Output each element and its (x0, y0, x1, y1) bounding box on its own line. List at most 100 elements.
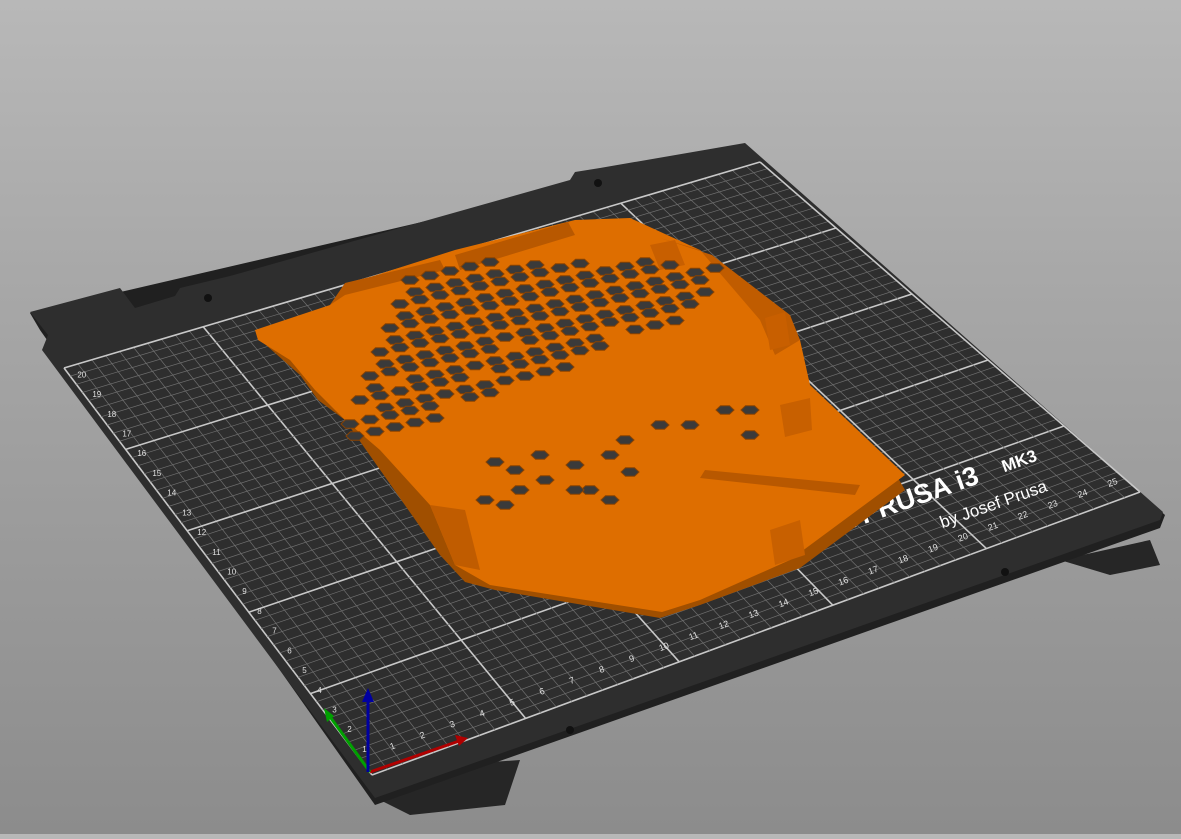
vent-hole (530, 354, 550, 365)
vent-hole (520, 291, 540, 302)
vent-hole (600, 273, 620, 284)
vent-hole (600, 495, 620, 505)
y-axis-number: 9 (242, 587, 247, 596)
vent-hole (365, 426, 385, 437)
vent-hole (470, 324, 490, 335)
vent-hole (390, 386, 410, 396)
vent-hole (400, 275, 420, 285)
vent-hole (410, 338, 430, 348)
vent-hole (380, 323, 400, 333)
vent-hole (660, 303, 680, 314)
vent-hole (570, 302, 590, 312)
vent-hole (485, 457, 505, 467)
vent-hole (680, 420, 700, 430)
vent-hole (370, 347, 390, 357)
vent-hole (530, 450, 550, 460)
vent-hole (510, 485, 530, 495)
vent-hole (580, 278, 600, 288)
vent-hole (450, 285, 470, 296)
vent-hole (465, 360, 485, 371)
y-axis-number: 8 (257, 607, 262, 616)
vent-hole (440, 353, 460, 363)
vent-hole (640, 308, 660, 318)
vent-hole (480, 344, 500, 354)
vent-hole (430, 333, 450, 344)
vent-hole (615, 435, 635, 445)
vent-hole (670, 279, 690, 290)
y-axis-number: 4 (317, 686, 322, 695)
vent-hole (625, 324, 645, 335)
vent-hole (420, 357, 440, 368)
3d-viewport[interactable]: 1 2 3 4 5 6 7 8 9 10 11 12 13 14 15 16 17 18 19 20 21 22 23 24 2… (0, 0, 1181, 834)
vent-hole (495, 332, 515, 342)
vent-hole (385, 422, 405, 432)
vent-hole (665, 315, 685, 326)
y-axis-number: 7 (272, 627, 277, 636)
vent-hole (400, 362, 420, 372)
vent-hole (380, 366, 400, 377)
vent-hole (440, 266, 460, 276)
vent-hole (515, 371, 535, 381)
vent-hole (560, 326, 580, 336)
vent-hole (475, 495, 495, 505)
vent-hole (550, 306, 570, 317)
vent-hole (690, 275, 710, 285)
vent-hole (490, 320, 510, 330)
vent-hole (490, 276, 510, 287)
vent-hole (530, 267, 550, 278)
vent-hole (630, 288, 650, 299)
vent-hole (590, 297, 610, 308)
vent-hole (450, 329, 470, 339)
vent-hole (405, 417, 425, 428)
vent-hole (510, 315, 530, 326)
vent-hole (460, 392, 480, 402)
vent-hole (420, 401, 440, 411)
vent-hole (680, 299, 700, 309)
y-axis-number: 16 (137, 449, 146, 458)
vent-hole (360, 371, 380, 381)
vent-hole (345, 431, 365, 441)
vent-hole (570, 258, 590, 269)
vent-hole (620, 467, 640, 477)
vent-hole (480, 387, 500, 398)
vent-hole (520, 335, 540, 345)
vent-hole (460, 261, 480, 272)
vent-hole (505, 465, 525, 475)
vent-hole (600, 450, 620, 460)
vent-hole (650, 420, 670, 430)
vent-hole (650, 284, 670, 294)
y-axis-number: 2 (347, 725, 352, 734)
vent-hole (480, 300, 500, 311)
vent-hole (550, 350, 570, 360)
vent-hole (380, 410, 400, 420)
vent-hole (410, 294, 430, 305)
y-axis-number: 1 (362, 745, 367, 754)
vent-hole (390, 299, 410, 309)
vent-hole (510, 359, 530, 369)
vent-hole (370, 390, 390, 401)
y-axis-number: 5 (302, 666, 307, 675)
vent-hole (430, 290, 450, 300)
vent-hole (420, 314, 440, 324)
vent-hole (420, 270, 440, 281)
vent-hole (480, 257, 500, 267)
y-axis-number: 10 (227, 567, 236, 576)
vent-hole (495, 375, 515, 386)
vent-hole (500, 296, 520, 306)
vent-hole (715, 405, 735, 415)
vent-hole (600, 317, 620, 327)
vent-hole (645, 320, 665, 330)
vent-hole (580, 321, 600, 332)
vent-hole (740, 430, 760, 440)
y-axis-number: 13 (182, 508, 191, 517)
y-axis-number: 12 (197, 528, 206, 537)
vent-hole (540, 287, 560, 297)
vent-hole (550, 263, 570, 273)
vent-hole (565, 485, 585, 495)
vent-hole (495, 500, 515, 510)
vent-hole (460, 305, 480, 315)
vent-hole (410, 381, 430, 392)
vent-hole (470, 281, 490, 291)
y-axis-number: 3 (332, 705, 337, 714)
y-axis-number: 19 (92, 390, 101, 399)
